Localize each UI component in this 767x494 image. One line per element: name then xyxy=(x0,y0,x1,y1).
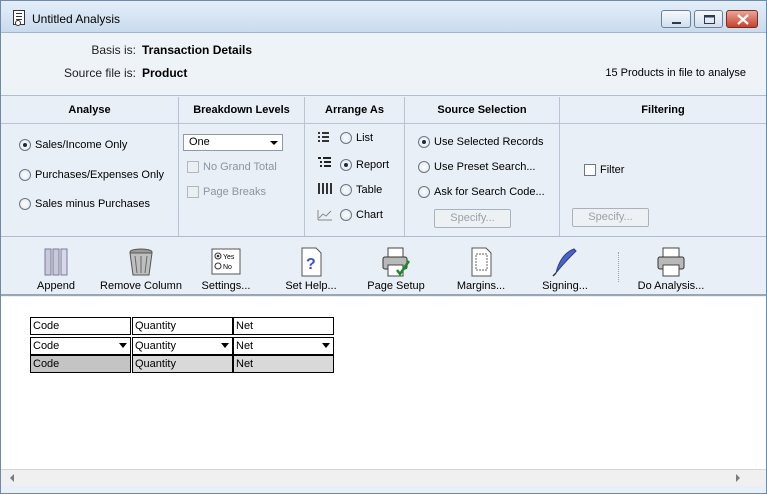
close-button[interactable] xyxy=(726,10,758,28)
breakdown-levels-select[interactable]: One xyxy=(183,134,283,151)
analyse-option-sales[interactable]: Sales/Income Only xyxy=(19,139,127,151)
do-analysis-button[interactable]: Do Analysis... xyxy=(631,238,711,294)
list-layout-icon xyxy=(318,132,329,142)
chevron-down-icon xyxy=(270,141,278,145)
arrange-option-table[interactable]: Table xyxy=(340,184,382,196)
radio-icon xyxy=(418,186,430,198)
svg-text:?: ? xyxy=(306,256,316,273)
checkbox-icon xyxy=(187,186,199,198)
sample-cell-net[interactable]: Net xyxy=(233,355,334,373)
toolbar: Append Remove Column Yes No Settings... xyxy=(1,238,766,296)
field-select-code[interactable]: Code xyxy=(30,337,131,355)
analyse-option-purchases[interactable]: Purchases/Expenses Only xyxy=(19,169,164,181)
page-setup-button[interactable]: Page Setup xyxy=(361,238,431,294)
minimize-icon xyxy=(672,22,681,24)
analyse-heading: Analyse xyxy=(1,97,179,124)
arrange-option-chart[interactable]: Chart xyxy=(340,209,383,221)
chevron-down-icon[interactable] xyxy=(221,343,229,348)
header-cell-quantity[interactable]: Quantity xyxy=(132,317,233,335)
checkbox-icon xyxy=(187,161,199,173)
report-layout-icon xyxy=(318,157,331,167)
table-layout-icon xyxy=(318,183,332,194)
analyse-option-sales-minus-purchases[interactable]: Sales minus Purchases xyxy=(19,198,150,210)
append-button[interactable]: Append xyxy=(25,238,87,294)
printer-icon xyxy=(382,247,411,277)
status-bar xyxy=(1,485,766,493)
printer-icon xyxy=(657,247,685,277)
radio-icon xyxy=(340,184,352,196)
radio-icon xyxy=(418,161,430,173)
set-help-button[interactable]: ? Set Help... xyxy=(281,238,341,294)
radio-selected-icon xyxy=(418,136,430,148)
scroll-left-icon[interactable] xyxy=(10,474,14,482)
signing-button[interactable]: Signing... xyxy=(535,238,595,294)
margins-button[interactable]: Margins... xyxy=(452,238,510,294)
chevron-down-icon[interactable] xyxy=(322,343,330,348)
remove-column-button[interactable]: Remove Column xyxy=(100,238,182,294)
maximize-button[interactable] xyxy=(694,10,723,28)
margins-icon xyxy=(471,247,492,277)
source-file-value: Product xyxy=(142,66,188,80)
analysis-window: Untitled Analysis Basis is: Transaction … xyxy=(0,0,767,494)
radio-selected-icon xyxy=(340,159,352,171)
sample-cell-quantity[interactable]: Quantity xyxy=(132,355,233,373)
radio-selected-icon xyxy=(19,139,31,151)
settings-button[interactable]: Yes No Settings... xyxy=(197,238,255,294)
header-cell-code[interactable]: Code xyxy=(30,317,131,335)
panels-divider xyxy=(1,236,766,237)
basis-value: Transaction Details xyxy=(142,43,253,57)
title-bar[interactable]: Untitled Analysis xyxy=(1,1,766,33)
source-selection-heading: Source Selection xyxy=(405,97,560,124)
quill-icon xyxy=(552,248,577,277)
basis-label: Basis is: xyxy=(91,43,136,57)
append-columns-icon xyxy=(44,248,68,276)
document-icon xyxy=(13,10,25,26)
radio-icon xyxy=(340,132,352,144)
source-option-ask-search-code[interactable]: Ask for Search Code... xyxy=(418,186,545,198)
field-select-quantity[interactable]: Quantity xyxy=(132,337,233,355)
svg-text:Yes: Yes xyxy=(223,254,235,261)
radio-icon xyxy=(19,169,31,181)
radio-icon xyxy=(19,198,31,210)
source-specify-button[interactable]: Specify... xyxy=(434,209,511,228)
analysis-header: Basis is: Transaction Details Source fil… xyxy=(1,33,766,96)
minimize-button[interactable] xyxy=(661,10,691,28)
analysis-layout-area: Code Quantity Net Code Quantity Net Code… xyxy=(1,297,766,469)
arrange-option-list[interactable]: List xyxy=(340,132,373,144)
arrange-heading: Arrange As xyxy=(305,97,405,124)
svg-text:No: No xyxy=(223,264,232,271)
trash-icon xyxy=(129,248,153,276)
toolbar-separator xyxy=(618,252,619,282)
close-icon xyxy=(737,14,749,25)
filter-checkbox[interactable]: Filter xyxy=(584,164,624,176)
window-title: Untitled Analysis xyxy=(32,12,121,26)
filter-specify-button[interactable]: Specify... xyxy=(572,208,649,227)
filtering-heading: Filtering xyxy=(560,97,766,124)
scroll-right-icon[interactable] xyxy=(736,474,740,482)
source-option-preset-search[interactable]: Use Preset Search... xyxy=(418,161,536,173)
maximize-icon xyxy=(704,15,715,24)
header-cell-net[interactable]: Net xyxy=(233,317,334,335)
arrange-option-report[interactable]: Report xyxy=(340,159,389,171)
help-document-icon: ? xyxy=(301,247,322,277)
chart-layout-icon xyxy=(317,210,332,221)
source-option-selected-records[interactable]: Use Selected Records xyxy=(418,136,543,148)
settings-yes-no-icon: Yes No xyxy=(211,248,241,275)
sample-cell-code[interactable]: Code xyxy=(30,355,131,373)
radio-icon xyxy=(340,209,352,221)
horizontal-scrollbar[interactable] xyxy=(1,469,766,485)
no-grand-total-checkbox[interactable]: No Grand Total xyxy=(187,161,277,173)
field-select-net[interactable]: Net xyxy=(233,337,334,355)
source-file-label: Source file is: xyxy=(63,66,136,80)
page-breaks-checkbox[interactable]: Page Breaks xyxy=(187,186,266,198)
chevron-down-icon[interactable] xyxy=(119,343,127,348)
file-info: 15 Products in file to analyse xyxy=(605,67,746,79)
checkbox-icon xyxy=(584,164,596,176)
breakdown-heading: Breakdown Levels xyxy=(179,97,305,124)
